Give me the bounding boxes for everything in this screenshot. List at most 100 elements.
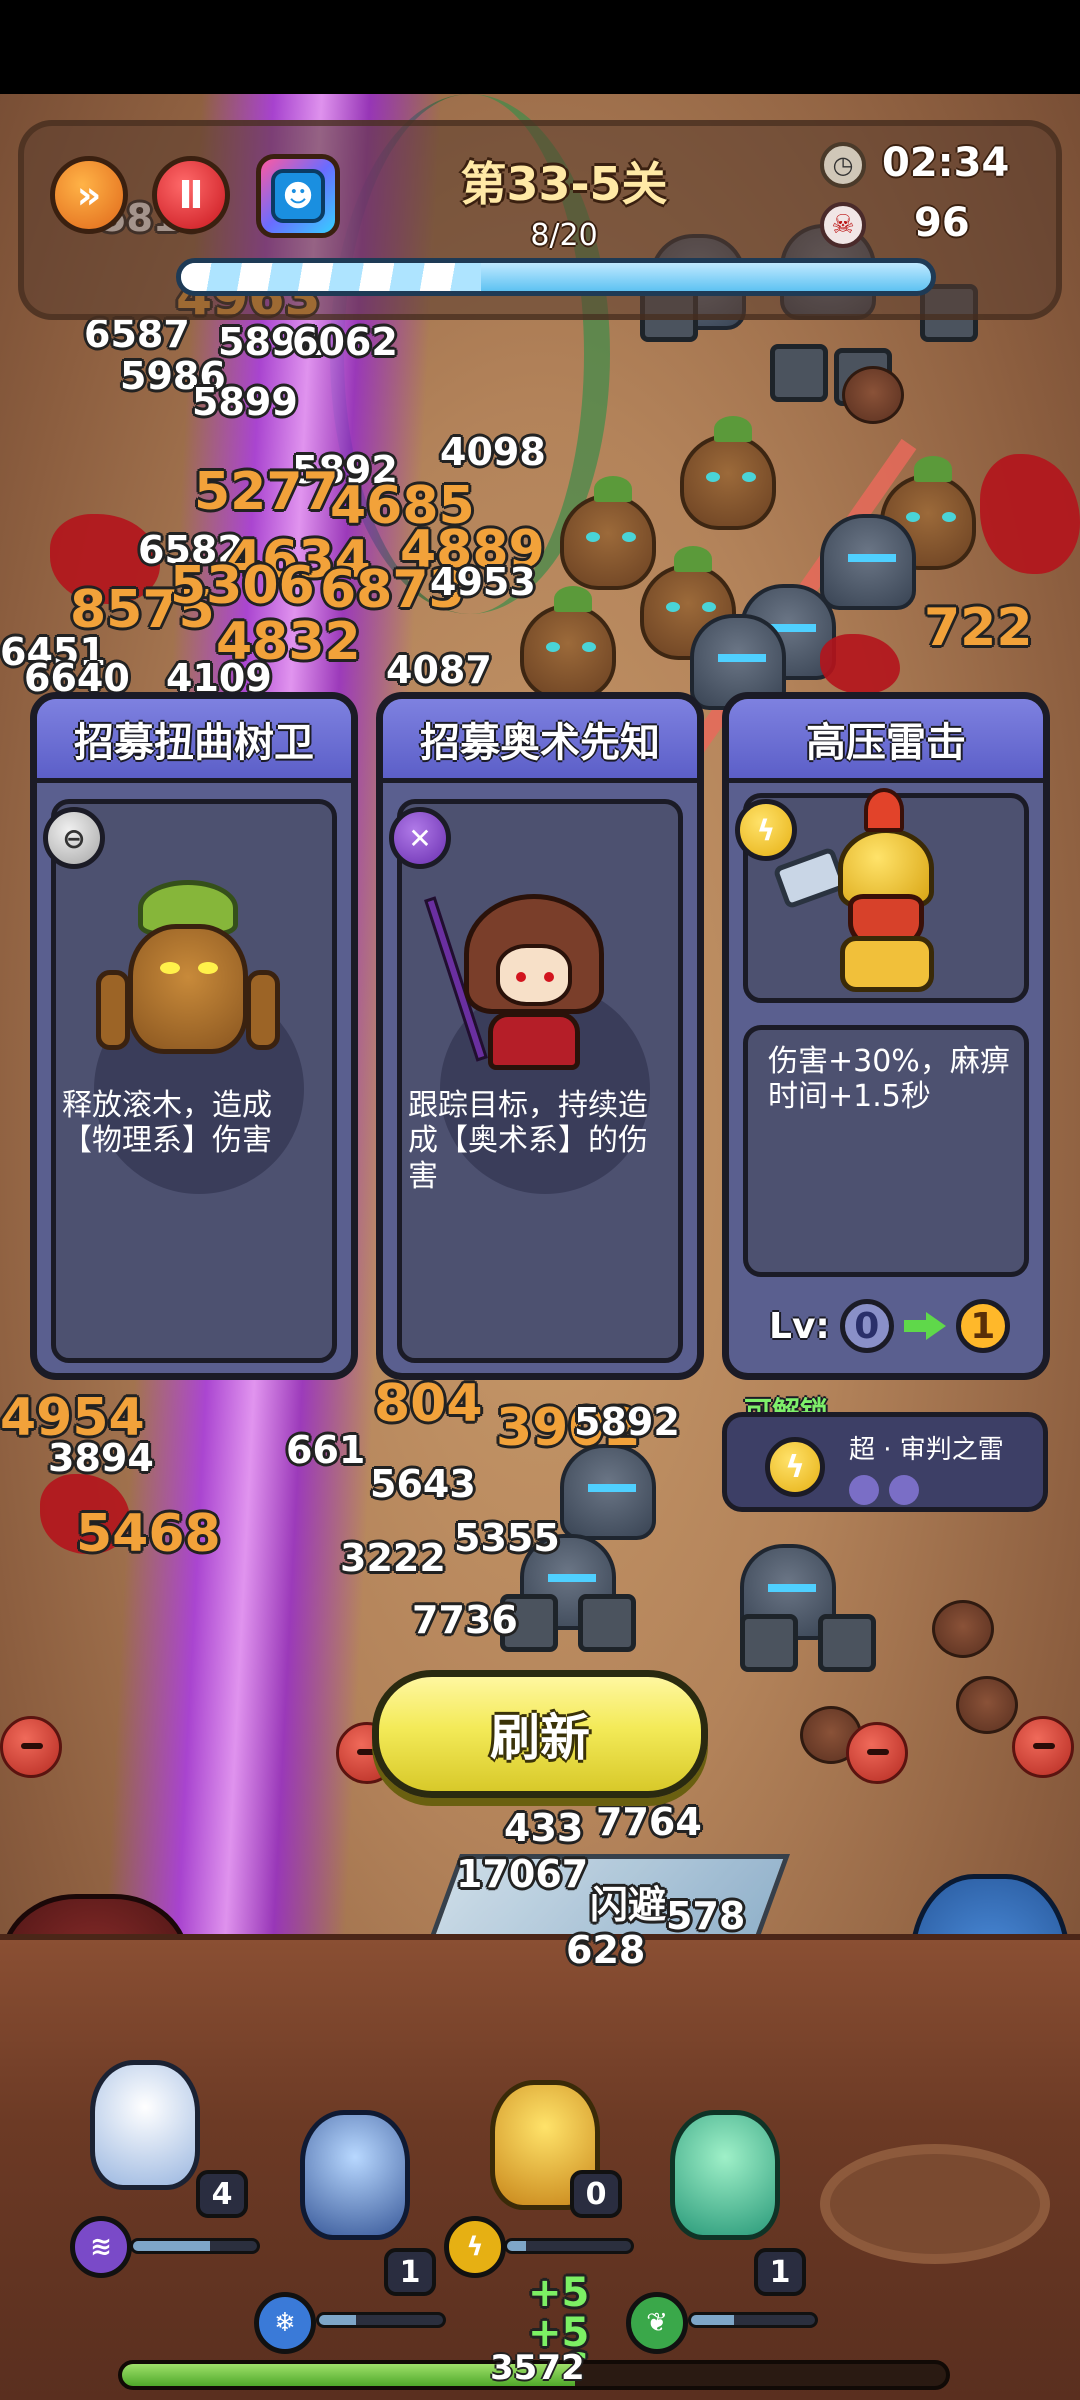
enemy-knight [560, 1444, 656, 1540]
damage-number: 5468 [76, 1504, 221, 1564]
wave-progress-bar [176, 258, 936, 296]
damage-number: 5277 [194, 462, 339, 522]
hero-hp-bar [504, 2238, 634, 2254]
arcane-icon: ✕ [389, 807, 451, 869]
pause-icon: Ⅱ [178, 173, 204, 217]
clock-icon: ◷ [820, 142, 866, 188]
card-title: 招募扭曲树卫 [37, 699, 351, 783]
damage-number: 6062 [292, 320, 398, 364]
enemy-crate [818, 1614, 876, 1672]
enemy-bomb [0, 1716, 62, 1778]
hero-ice-knight[interactable] [280, 2090, 430, 2260]
damage-number: 4098 [440, 430, 546, 474]
damage-number: 5899 [192, 380, 298, 424]
enemy-boar [842, 366, 904, 424]
damage-number: 661 [286, 1428, 366, 1472]
damage-number: 4087 [386, 648, 492, 692]
damage-number: 17067 [456, 1852, 589, 1896]
level-label: Lv: [769, 1305, 830, 1347]
enemy-bomb [846, 1722, 908, 1784]
damage-number: 5306 [170, 556, 315, 616]
upgrade-description-box: 伤害+30%，麻痹时间+1.5秒 [743, 1025, 1029, 1277]
enemy-knight [820, 514, 916, 610]
level-from: 0 [839, 1299, 894, 1353]
lightning-icon: ϟ [765, 1437, 825, 1497]
base-health-value: 3572 [490, 2348, 585, 2388]
damage-number: 7764 [596, 1800, 702, 1844]
damage-number: 5643 [370, 1462, 476, 1506]
enemy-bomb [1012, 1716, 1074, 1778]
enemy-boar [956, 1676, 1018, 1734]
top-hud: » Ⅱ ☻ 第33-5关 8/20 ◷ 02:34 ☠ 96 [18, 120, 1062, 320]
arrow-right-icon [903, 1312, 946, 1340]
damage-number: 578 [666, 1894, 746, 1938]
enemy-crate [740, 1614, 798, 1672]
fast-forward-button[interactable]: » [50, 156, 128, 234]
wave-counter: 8/20 [530, 218, 598, 253]
damage-number: 5892 [574, 1400, 680, 1444]
card-description: 伤害+30%，麻痹时间+1.5秒 [768, 1044, 1010, 1115]
hero-level: 0 [570, 2170, 622, 2218]
card-description: 释放滚木，造成【物理系】伤害 [62, 1088, 272, 1159]
hero-hp-bar [688, 2312, 818, 2328]
hero-hp-bar [316, 2312, 446, 2328]
twisted-treant-portrait [88, 874, 288, 1074]
refresh-button[interactable]: 刷新 [372, 1670, 708, 1798]
damage-number: 闪避 [590, 1883, 667, 1927]
enemy-treant [560, 476, 656, 590]
lightning-icon: ϟ [444, 2216, 506, 2278]
status-bar [0, 0, 1080, 94]
leaf-icon: ❦ [626, 2292, 688, 2354]
enemy-treant [680, 416, 776, 530]
level-upgrade-row: Lv: 0 1 [769, 1299, 1010, 1353]
card-high-voltage-thunder[interactable]: 高压雷击 伤害+30%，麻痹时间+1.5秒 Lv: 0 1 ϟ [722, 692, 1050, 1380]
pause-button[interactable]: Ⅱ [152, 156, 230, 234]
card-body: 释放滚木，造成【物理系】伤害 [51, 799, 337, 1363]
enemy-crate [578, 1594, 636, 1652]
hero-skill-button[interactable]: ☻ [256, 154, 340, 238]
card-title: 招募奥术先知 [383, 699, 697, 783]
hero-hp-bar [130, 2238, 260, 2254]
kill-count: 96 [914, 200, 970, 246]
unlockable-skill-name: 超 · 审判之雷 [849, 1435, 1004, 1465]
damage-number: 4953 [430, 560, 536, 604]
card-body: 跟踪目标，持续造成【奥术系】的伤害 [397, 799, 683, 1363]
damage-number: 3894 [48, 1436, 154, 1480]
ice-crystal-icon: ❄ [254, 2292, 316, 2354]
damage-number: 722 [924, 598, 1033, 658]
damage-number: 5355 [454, 1516, 560, 1560]
hero-level: 4 [196, 2170, 248, 2218]
skull-icon: ☠ [820, 202, 866, 248]
unlockable-skill-box: ϟ 超 · 审判之雷 [722, 1412, 1048, 1512]
wave-progress-fill [181, 263, 481, 291]
enemy-boar [932, 1600, 994, 1658]
card-title: 高压雷击 [729, 699, 1043, 783]
hero-skill-icon: ☻ [271, 169, 325, 223]
hero-level: 1 [384, 2248, 436, 2296]
card-description: 跟踪目标，持续造成【奥术系】的伤害 [408, 1088, 648, 1194]
card-recruit-arcane-prophet[interactable]: 招募奥术先知 跟踪目标，持续造成【奥术系】的伤害 ✕ [376, 692, 704, 1380]
blood-splatter [820, 634, 900, 694]
damage-number: 804 [374, 1374, 483, 1434]
card-recruit-twisted-treant[interactable]: 招募扭曲树卫 释放滚木，造成【物理系】伤害 ⊖ [30, 692, 358, 1380]
progress-dot [889, 1475, 919, 1505]
damage-number: 3222 [340, 1536, 446, 1580]
enemy-treant [520, 586, 616, 700]
stage-title: 第33-5关 [460, 157, 668, 211]
thunder-warrior-portrait [772, 788, 978, 1008]
progress-dot [849, 1475, 879, 1505]
arcane-prophet-portrait [424, 874, 634, 1074]
fast-forward-icon: » [76, 173, 102, 217]
wall-ring [820, 2144, 1050, 2264]
damage-number: 433 [504, 1806, 584, 1850]
lightning-icon: ϟ [735, 799, 797, 861]
timer: 02:34 [882, 140, 1010, 186]
enemy-crate [770, 344, 828, 402]
level-to: 1 [955, 1299, 1010, 1353]
hero-forest-druid[interactable] [650, 2090, 800, 2260]
wind-icon: ≋ [70, 2216, 132, 2278]
blood-splatter [980, 454, 1080, 574]
physical-icon: ⊖ [43, 807, 105, 869]
damage-number: 7736 [412, 1598, 518, 1642]
damage-number: 628 [566, 1928, 646, 1972]
